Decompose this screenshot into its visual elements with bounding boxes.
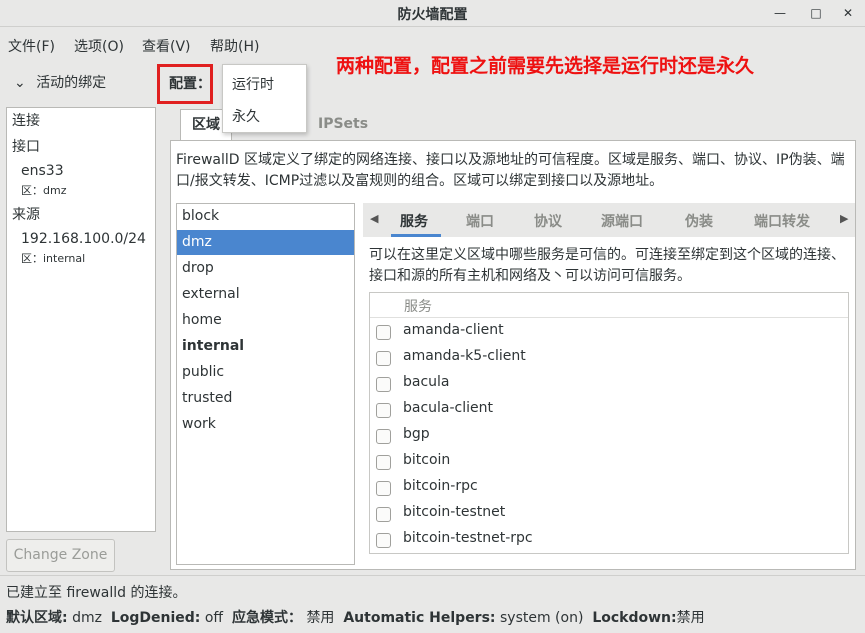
zone-item-home[interactable]: home	[177, 308, 354, 333]
connection-status: 已建立至 firewalld 的连接。	[6, 585, 187, 601]
tab-source-ports[interactable]: 源端口	[601, 211, 643, 231]
services-table-header: 服务	[370, 293, 848, 318]
service-checkbox[interactable]	[376, 455, 391, 470]
zone-item-trusted[interactable]: trusted	[177, 386, 354, 411]
tab-ipsets[interactable]: IPSets	[307, 109, 379, 141]
interface-zone: 区：dmz	[21, 184, 67, 197]
default-zone-label: 默认区域:	[6, 610, 68, 626]
tab-protocols[interactable]: 协议	[534, 211, 562, 231]
active-bindings-list: 连接 接口 ens33 区：dmz 来源 192.168.100.0/24 区：…	[6, 107, 156, 532]
service-row: bitcoin-rpc	[370, 475, 848, 501]
maximize-icon[interactable]: □	[806, 3, 826, 23]
config-highlight-box	[157, 64, 213, 104]
zone-item-internal[interactable]: internal	[177, 334, 354, 359]
service-row: bgp	[370, 423, 848, 449]
service-label: bacula-client	[403, 400, 494, 416]
zone-sub-tabs: ◀ 服务 端口 协议 源端口 伪装 端口转发 ▶	[363, 203, 855, 237]
service-label: bitcoin-rpc	[403, 478, 478, 494]
config-option-runtime[interactable]: 运行时	[232, 74, 274, 94]
zone-item-work[interactable]: work	[177, 412, 354, 437]
service-row: bitcoin-testnet-rpc	[370, 527, 848, 553]
automatic-helpers-value: system (on)	[499, 610, 584, 626]
service-label: bitcoin-testnet	[403, 504, 506, 520]
service-row: amanda-k5-client	[370, 345, 848, 371]
tab-scroll-left-icon[interactable]: ◀	[370, 212, 378, 225]
window-title: 防火墙配置	[397, 7, 468, 23]
zone-description: FirewallD 区域定义了绑定的网络连接、接口以及源地址的可信程度。区域是服…	[176, 152, 845, 189]
tab-ports[interactable]: 端口	[466, 211, 494, 231]
interface-label: 接口	[12, 139, 40, 155]
chevron-down-icon: ⌄	[14, 75, 26, 91]
status-bar: 默认区域: dmz LogDenied: off 应急模式： 禁用 Automa…	[6, 607, 705, 627]
menu-view[interactable]: 查看(V)	[142, 36, 191, 56]
emergency-mode-value: 禁用	[306, 610, 335, 626]
active-bindings-label: 活动的绑定	[36, 75, 107, 91]
source-address[interactable]: 192.168.100.0/24	[21, 231, 146, 247]
service-label: amanda-k5-client	[403, 348, 526, 364]
config-option-permanent[interactable]: 永久	[232, 106, 260, 126]
service-row: bitcoin-testnet	[370, 501, 848, 527]
log-denied-label: LogDenied:	[110, 610, 201, 626]
menu-file[interactable]: 文件(F)	[8, 36, 55, 56]
active-tab-indicator	[391, 234, 441, 237]
service-label: bgp	[403, 426, 430, 442]
service-row: bacula-client	[370, 397, 848, 423]
active-bindings-header[interactable]: ⌄ 活动的绑定	[14, 72, 106, 92]
interface-ens33[interactable]: ens33	[21, 163, 64, 179]
tab-scroll-right-icon[interactable]: ▶	[840, 212, 848, 225]
service-checkbox[interactable]	[376, 351, 391, 366]
services-table: 服务 amanda-client amanda-k5-client bacula…	[369, 292, 849, 554]
service-label: bitcoin	[403, 452, 451, 468]
service-checkbox[interactable]	[376, 481, 391, 496]
tab-port-forwarding[interactable]: 端口转发	[754, 211, 810, 231]
service-checkbox[interactable]	[376, 507, 391, 522]
service-label: bitcoin-testnet-rpc	[403, 530, 533, 546]
change-zone-button[interactable]: Change Zone	[6, 539, 115, 572]
service-label: bacula	[403, 374, 450, 390]
service-row: bacula	[370, 371, 848, 397]
services-column-header[interactable]: 服务	[404, 296, 432, 316]
menu-options[interactable]: 选项(O)	[74, 36, 124, 56]
tab-services[interactable]: 服务	[400, 211, 428, 231]
connection-label: 连接	[12, 113, 40, 129]
service-label: amanda-client	[403, 322, 504, 338]
minimize-icon[interactable]: —	[770, 3, 790, 23]
service-checkbox[interactable]	[376, 377, 391, 392]
zone-item-drop[interactable]: drop	[177, 256, 354, 281]
config-dropdown: 运行时 永久	[222, 64, 307, 133]
lockdown-label: Lockdown:	[592, 610, 677, 626]
service-row: bitcoin	[370, 449, 848, 475]
source-label: 来源	[12, 207, 40, 223]
services-description: 可以在这里定义区域中哪些服务是可信的。可连接至绑定到这个区域的连接、接口和源的所…	[369, 247, 845, 284]
status-separator	[0, 575, 865, 576]
automatic-helpers-label: Automatic Helpers:	[343, 610, 496, 626]
zone-list: block dmz drop external home internal pu…	[176, 203, 355, 565]
service-checkbox[interactable]	[376, 403, 391, 418]
source-zone: 区：internal	[21, 252, 86, 265]
annotation-text: 两种配置，配置之前需要先选择是运行时还是永久	[336, 55, 755, 77]
zone-item-public[interactable]: public	[177, 360, 354, 385]
close-icon[interactable]: ✕	[838, 3, 858, 23]
zone-item-block[interactable]: block	[177, 204, 354, 229]
menu-help[interactable]: 帮助(H)	[210, 36, 259, 56]
tab-masquerade[interactable]: 伪装	[685, 211, 713, 231]
service-checkbox[interactable]	[376, 325, 391, 340]
lockdown-value: 禁用	[676, 610, 705, 626]
zone-item-external[interactable]: external	[177, 282, 354, 307]
service-row: amanda-client	[370, 319, 848, 345]
title-bar: 防火墙配置 — □ ✕	[0, 0, 865, 27]
service-checkbox[interactable]	[376, 429, 391, 444]
emergency-mode-label: 应急模式：	[231, 610, 302, 626]
service-checkbox[interactable]	[376, 533, 391, 548]
zone-item-dmz[interactable]: dmz	[177, 230, 354, 255]
log-denied-value: off	[204, 610, 224, 626]
default-zone-value: dmz	[72, 610, 102, 626]
